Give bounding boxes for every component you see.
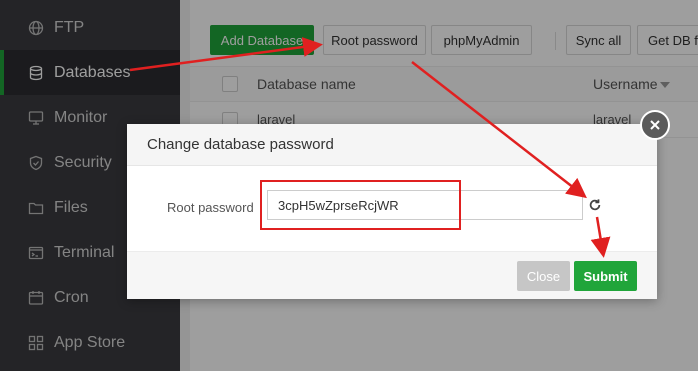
refresh-icon[interactable] — [585, 195, 605, 215]
dialog-footer: Close Submit — [127, 251, 657, 299]
close-icon[interactable] — [640, 110, 670, 140]
dialog-title: Change database password — [147, 136, 334, 153]
annotation-highlight-box — [260, 180, 461, 230]
root-password-label: Root password — [167, 200, 254, 215]
dialog-header: Change database password — [127, 124, 657, 166]
submit-button[interactable]: Submit — [574, 261, 637, 291]
close-button[interactable]: Close — [517, 261, 570, 291]
